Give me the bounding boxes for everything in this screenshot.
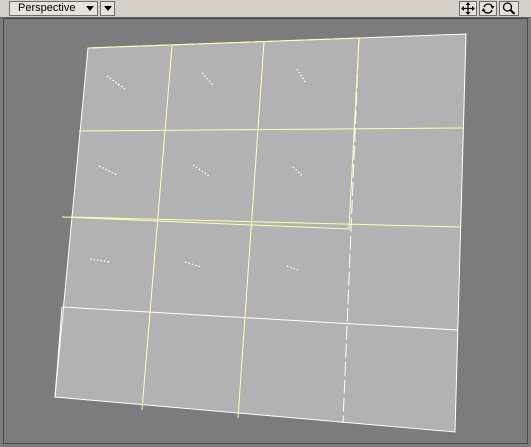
viewport-toolbar: Perspective	[0, 0, 531, 18]
chevron-down-icon	[103, 6, 112, 11]
perspective-viewport[interactable]	[3, 18, 528, 444]
viewport-window: Perspective	[0, 0, 531, 447]
grid-plane	[54, 33, 467, 433]
move-view-button[interactable]	[459, 1, 477, 16]
view-mode-label: Perspective	[18, 2, 76, 14]
rotate-icon	[481, 3, 495, 14]
zoom-view-button[interactable]	[499, 1, 519, 16]
view-mode-dropdown[interactable]: Perspective	[9, 1, 98, 16]
zoom-icon	[502, 2, 516, 15]
move-arrows-icon	[461, 2, 475, 15]
viewport-options-button[interactable]	[100, 1, 115, 16]
rotate-view-button[interactable]	[479, 1, 497, 16]
chevron-down-icon	[85, 2, 95, 15]
